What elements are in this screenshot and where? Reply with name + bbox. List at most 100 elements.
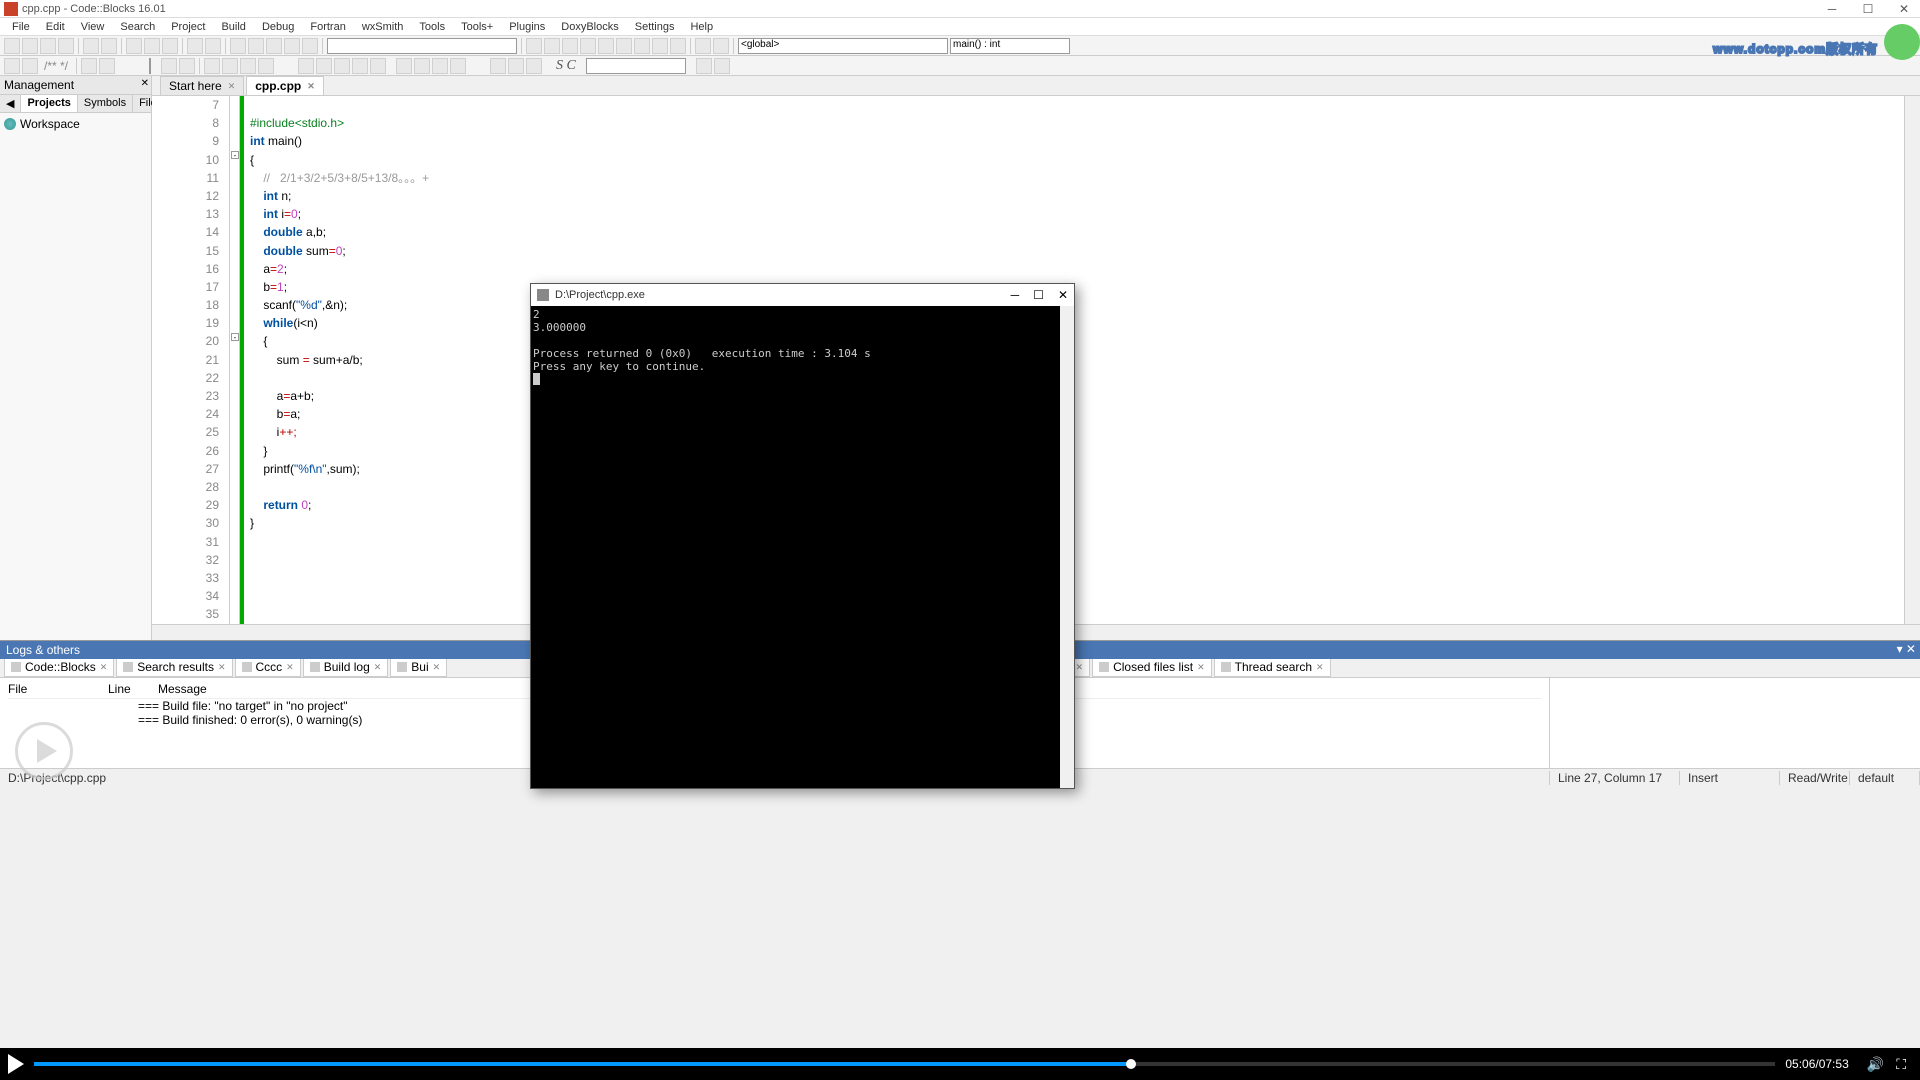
format-combo[interactable]	[586, 58, 686, 74]
log-tab-close-icon[interactable]: ✕	[286, 662, 294, 673]
abort-button[interactable]	[302, 38, 318, 54]
nav-back-button[interactable]	[161, 58, 177, 74]
debug-step-out-button[interactable]	[598, 38, 614, 54]
function-combo[interactable]: main() : int	[950, 38, 1070, 54]
tool-button-b[interactable]	[99, 58, 115, 74]
doxy-button-2[interactable]	[22, 58, 38, 74]
editor-tab-close-icon[interactable]: ✕	[307, 81, 315, 92]
menu-plugins[interactable]: Plugins	[503, 21, 551, 33]
debug-step-into-button[interactable]	[580, 38, 596, 54]
menu-settings[interactable]: Settings	[629, 21, 681, 33]
fold-marker[interactable]: -	[231, 151, 239, 159]
zoom-in-button[interactable]	[490, 58, 506, 74]
workspace-node[interactable]: Workspace	[4, 117, 147, 131]
zoom-reset-button[interactable]	[526, 58, 542, 74]
menu-tools+[interactable]: Tools+	[455, 21, 499, 33]
debug-step-instr-button[interactable]	[634, 38, 650, 54]
copy-button[interactable]	[144, 38, 160, 54]
log-tab-close-icon[interactable]: ✕	[1316, 662, 1324, 673]
menu-search[interactable]: Search	[114, 21, 161, 33]
menu-tools[interactable]: Tools	[413, 21, 451, 33]
menu-debug[interactable]: Debug	[256, 21, 300, 33]
menu-fortran[interactable]: Fortran	[304, 21, 351, 33]
fullscreen-icon[interactable]: ⛶	[1896, 1056, 1906, 1073]
block-button-6[interactable]	[396, 58, 412, 74]
source-code[interactable]: #include<stdio.h>int main(){ // 2/1+3/2+…	[244, 96, 1920, 624]
log-tab-close-icon[interactable]: ✕	[433, 662, 441, 673]
menu-edit[interactable]: Edit	[40, 21, 71, 33]
debug-next-instr-button[interactable]	[616, 38, 632, 54]
abc-button-2[interactable]	[258, 58, 274, 74]
block-button-4[interactable]	[352, 58, 368, 74]
menu-build[interactable]: Build	[215, 21, 251, 33]
wrench-icon[interactable]	[714, 58, 730, 74]
editor-tab-close-icon[interactable]: ✕	[228, 81, 236, 92]
fold-column[interactable]: - -	[230, 96, 240, 624]
log-tab-code-blocks[interactable]: Code::Blocks✕	[4, 657, 114, 677]
log-tab-close-icon[interactable]: ✕	[100, 662, 108, 673]
debug-next-button[interactable]	[562, 38, 578, 54]
save-all-button[interactable]	[58, 38, 74, 54]
block-button-5[interactable]	[370, 58, 386, 74]
editor-vscroll[interactable]	[1904, 96, 1920, 624]
menu-file[interactable]: File	[6, 21, 36, 33]
log-tab-bui[interactable]: Bui✕	[390, 657, 447, 677]
block-button-7[interactable]	[414, 58, 430, 74]
select-button[interactable]	[222, 58, 238, 74]
nav-fwd-button[interactable]	[179, 58, 195, 74]
debug-break-button[interactable]	[652, 38, 668, 54]
console-maximize-button[interactable]: ☐	[1033, 288, 1044, 302]
log-tab-close-icon[interactable]: ✕	[1076, 662, 1084, 673]
log-tab-close-icon[interactable]: ✕	[1197, 662, 1205, 673]
debug-info-button[interactable]	[713, 38, 729, 54]
log-tab-build-log[interactable]: Build log✕	[303, 657, 389, 677]
management-tab-symbols[interactable]: Symbols	[78, 95, 133, 112]
debug-windows-button[interactable]	[695, 38, 711, 54]
progress-bar[interactable]	[34, 1062, 1775, 1066]
console-window[interactable]: D:\Project\cpp.exe ─ ☐ ✕ 2 3.000000 Proc…	[530, 283, 1075, 789]
target-combo[interactable]	[327, 38, 517, 54]
rebuild-button[interactable]	[284, 38, 300, 54]
maximize-button[interactable]: ☐	[1856, 2, 1880, 16]
cut-button[interactable]	[126, 38, 142, 54]
management-tab-projects[interactable]: Projects	[21, 95, 77, 112]
abc-button-1[interactable]	[240, 58, 256, 74]
logs-collapse-icon[interactable]: ▾ ✕	[1897, 642, 1916, 656]
block-button-2[interactable]	[316, 58, 332, 74]
undo-button[interactable]	[83, 38, 99, 54]
console-titlebar[interactable]: D:\Project\cpp.exe ─ ☐ ✕	[531, 284, 1074, 306]
debug-run-to-cursor-button[interactable]	[544, 38, 560, 54]
menu-doxyblocks[interactable]: DoxyBlocks	[555, 21, 624, 33]
replace-button[interactable]	[205, 38, 221, 54]
log-tab-cccc[interactable]: Cccc✕	[235, 657, 301, 677]
paste-button[interactable]	[162, 38, 178, 54]
management-close-icon[interactable]: ✕	[141, 78, 149, 89]
log-tab-thread-search[interactable]: Thread search✕	[1214, 657, 1331, 677]
block-button-9[interactable]	[450, 58, 466, 74]
highlight-button[interactable]	[204, 58, 220, 74]
find-button[interactable]	[187, 38, 203, 54]
log-tab-search-results[interactable]: Search results✕	[116, 657, 232, 677]
play-button[interactable]	[8, 1054, 24, 1074]
scope-combo[interactable]: <global>	[738, 38, 948, 54]
block-button-8[interactable]	[432, 58, 448, 74]
project-tree[interactable]: Workspace	[0, 113, 151, 135]
tool-button-a[interactable]	[81, 58, 97, 74]
close-button[interactable]: ✕	[1892, 2, 1916, 16]
log-tab-close-icon[interactable]: ✕	[218, 662, 226, 673]
log-tab-closed-files-list[interactable]: Closed files list✕	[1092, 657, 1212, 677]
debug-start-button[interactable]	[526, 38, 542, 54]
block-button-1[interactable]	[298, 58, 314, 74]
open-file-button[interactable]	[22, 38, 38, 54]
console-vscroll[interactable]	[1060, 306, 1074, 788]
volume-icon[interactable]: 🔊	[1867, 1056, 1884, 1073]
play-overlay-icon[interactable]	[15, 722, 73, 780]
menu-project[interactable]: Project	[165, 21, 211, 33]
new-file-button[interactable]	[4, 38, 20, 54]
console-minimize-button[interactable]: ─	[1011, 288, 1020, 302]
redo-button[interactable]	[101, 38, 117, 54]
build-run-button[interactable]	[266, 38, 282, 54]
block-button-3[interactable]	[334, 58, 350, 74]
gear-icon[interactable]	[696, 58, 712, 74]
save-button[interactable]	[40, 38, 56, 54]
